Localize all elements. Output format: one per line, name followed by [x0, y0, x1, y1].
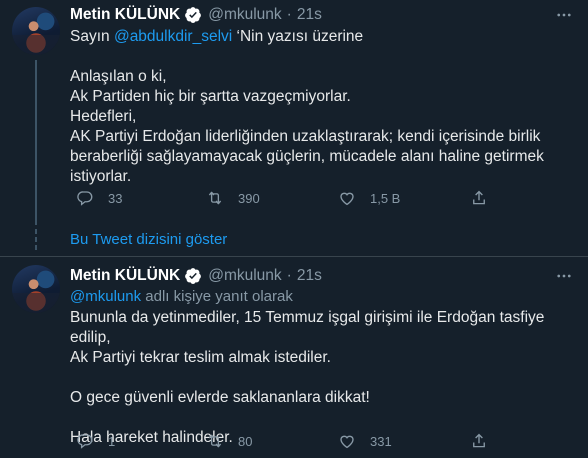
retweet-icon [208, 191, 222, 205]
like-count: 1,5 B [370, 190, 401, 206]
share-icon [473, 433, 485, 448]
tweet-text-line: Hedefleri, [70, 108, 137, 125]
mention-link[interactable]: @abdulkdir_selvi [114, 28, 232, 45]
thread-dots [32, 229, 40, 253]
text-segment: Sayın [70, 28, 114, 45]
author-name[interactable]: Metin KÜLÜNK [70, 267, 180, 285]
verified-badge-icon [185, 268, 202, 284]
heart-icon [340, 435, 354, 449]
timestamp[interactable]: 21s [297, 267, 322, 285]
tweet-text: Sayın @abdulkdir_selvi ‘Nin yazısı üzeri… [70, 27, 576, 187]
reply-to-mention[interactable]: @mkulunk [70, 288, 141, 305]
tweet-actions: 1 80 331 [70, 432, 500, 452]
like-button[interactable]: 1,5 B [338, 189, 400, 207]
tweet-text-line: Bununla da yetinmediler, 15 Temmuz işgal… [70, 309, 549, 346]
tweet-text-line: istiyorlar. [70, 168, 132, 185]
retweet-button[interactable]: 80 [206, 432, 252, 450]
retweet-button[interactable]: 390 [206, 189, 260, 207]
heart-icon [340, 192, 354, 206]
share-button[interactable] [470, 189, 488, 207]
timestamp[interactable]: 21s [297, 6, 322, 24]
more-options-icon[interactable] [554, 266, 574, 286]
separator: · [286, 267, 292, 284]
tweet-text-line: O gece güvenli evlerde saklananlara dikk… [70, 389, 370, 406]
tweet-text-line [70, 368, 576, 388]
tweet-text-line: AK Partiyi Erdoğan liderliğinden uzaklaş… [70, 128, 541, 145]
tweet-actions: 33 390 1,5 B [70, 189, 500, 209]
like-count: 331 [370, 433, 392, 449]
avatar[interactable] [12, 7, 60, 55]
separator: · [286, 6, 292, 23]
text-segment: ‘Nin yazısı üzerine [232, 28, 364, 45]
retweet-count: 390 [238, 190, 260, 206]
show-thread-link[interactable]: Bu Tweet dizisini göster [0, 225, 588, 257]
avatar[interactable] [12, 265, 60, 313]
reply-button[interactable]: 33 [76, 189, 122, 207]
verified-badge-icon [185, 7, 202, 23]
author-handle[interactable]: @mkulunk [208, 267, 281, 285]
tweet-header: Metin KÜLÜNK @mkulunk · 21s [70, 4, 322, 26]
tweet-text-line: Anlaşılan o ki, [70, 68, 167, 85]
retweet-icon [208, 434, 222, 448]
tweet-text-line: beraberliği sağlayamayacak güçlerin, müc… [70, 148, 544, 165]
thread-connector-line [35, 60, 37, 225]
tweet-text: Bununla da yetinmediler, 15 Temmuz işgal… [70, 308, 576, 448]
show-thread-label[interactable]: Bu Tweet dizisini göster [70, 231, 227, 248]
tweet-text-line [70, 408, 576, 428]
reply-count: 1 [108, 433, 116, 449]
reply-button[interactable]: 1 [76, 432, 115, 450]
reply-context: @mkulunk adlı kişiye yanıt olarak [70, 288, 293, 305]
tweet-header: Metin KÜLÜNK @mkulunk · 21s [70, 265, 322, 287]
like-button[interactable]: 331 [338, 432, 392, 450]
retweet-count: 80 [238, 433, 253, 449]
reply-count: 33 [108, 190, 123, 206]
tweet-text-line: Ak Partiden hiç bir şartta vazgeçmiyorla… [70, 88, 351, 105]
reply-icon [77, 191, 93, 206]
author-name[interactable]: Metin KÜLÜNK [70, 6, 180, 24]
tweet-1[interactable]: Metin KÜLÜNK @mkulunk · 21s Sayın @abdul… [0, 0, 588, 225]
more-options-icon[interactable] [554, 5, 574, 25]
tweet-text-line: Sayın @abdulkdir_selvi ‘Nin yazısı üzeri… [70, 27, 576, 47]
tweet-text-line [70, 47, 576, 67]
share-icon [473, 190, 485, 205]
reply-icon [77, 434, 93, 449]
author-handle[interactable]: @mkulunk [208, 6, 281, 24]
tweet-2[interactable]: Metin KÜLÜNK @mkulunk · 21s @mkulunk adl… [0, 257, 588, 458]
share-button[interactable] [470, 432, 488, 450]
reply-to-suffix: adlı kişiye yanıt olarak [141, 288, 293, 305]
tweet-text-line: Ak Partiyi tekrar teslim almak istediler… [70, 349, 331, 366]
